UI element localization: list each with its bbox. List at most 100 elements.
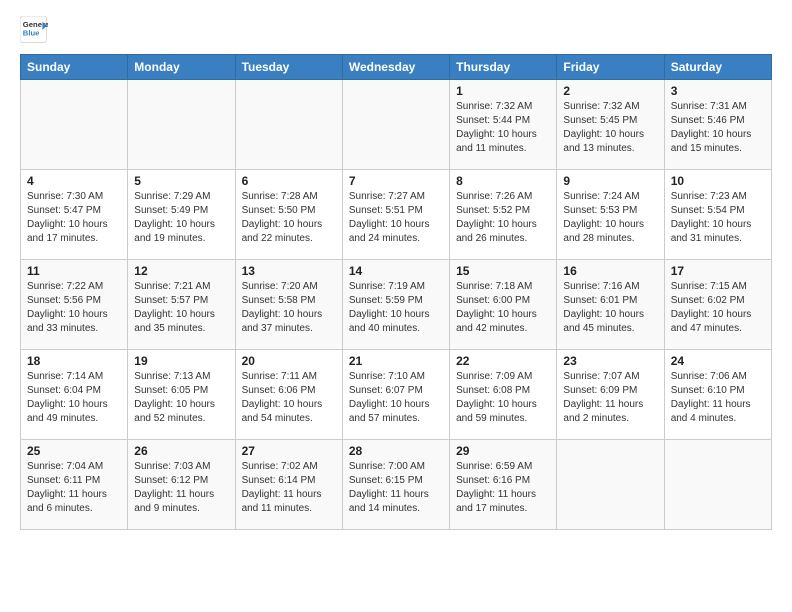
day-number: 21 [349, 354, 443, 368]
day-cell: 21 Sunrise: 7:10 AM Sunset: 6:07 PM Dayli… [342, 350, 449, 440]
day-cell [128, 80, 235, 170]
column-header-sunday: Sunday [21, 55, 128, 80]
day-info: Sunrise: 7:11 AM Sunset: 6:06 PM Dayligh… [242, 370, 336, 426]
logo-icon: General Blue [20, 16, 48, 44]
day-cell: 7 Sunrise: 7:27 AM Sunset: 5:51 PM Daylig… [342, 170, 449, 260]
day-info: Sunrise: 7:13 AM Sunset: 6:05 PM Dayligh… [134, 370, 228, 426]
day-info: Sunrise: 7:16 AM Sunset: 6:01 PM Dayligh… [563, 280, 657, 336]
day-cell: 3Sunrise: 7:31 AM Sunset: 5:46 PM Daylig… [664, 80, 771, 170]
day-info: Sunrise: 7:04 AM Sunset: 6:11 PM Dayligh… [27, 460, 121, 516]
column-header-tuesday: Tuesday [235, 55, 342, 80]
column-header-wednesday: Wednesday [342, 55, 449, 80]
day-number: 15 [456, 264, 550, 278]
day-cell: 6 Sunrise: 7:28 AM Sunset: 5:50 PM Daylig… [235, 170, 342, 260]
day-info: Sunrise: 7:31 AM Sunset: 5:46 PM Dayligh… [671, 100, 765, 156]
day-number: 17 [671, 264, 765, 278]
day-info: Sunrise: 7:02 AM Sunset: 6:14 PM Dayligh… [242, 460, 336, 516]
day-cell: 5 Sunrise: 7:29 AM Sunset: 5:49 PM Daylig… [128, 170, 235, 260]
day-cell: 15 Sunrise: 7:18 AM Sunset: 6:00 PM Dayli… [450, 260, 557, 350]
day-info: Sunrise: 7:20 AM Sunset: 5:58 PM Dayligh… [242, 280, 336, 336]
day-cell: 24 Sunrise: 7:06 AM Sunset: 6:10 PM Dayli… [664, 350, 771, 440]
logo: General Blue [20, 16, 48, 44]
day-info: Sunrise: 7:23 AM Sunset: 5:54 PM Dayligh… [671, 190, 765, 246]
day-number: 19 [134, 354, 228, 368]
week-row-2: 4 Sunrise: 7:30 AM Sunset: 5:47 PM Daylig… [21, 170, 772, 260]
day-info: Sunrise: 7:22 AM Sunset: 5:56 PM Dayligh… [27, 280, 121, 336]
svg-text:Blue: Blue [23, 29, 40, 38]
day-info: Sunrise: 7:09 AM Sunset: 6:08 PM Dayligh… [456, 370, 550, 426]
day-cell: 23 Sunrise: 7:07 AM Sunset: 6:09 PM Dayli… [557, 350, 664, 440]
week-row-5: 25Sunrise: 7:04 AM Sunset: 6:11 PM Dayli… [21, 440, 772, 530]
day-info: Sunrise: 7:07 AM Sunset: 6:09 PM Dayligh… [563, 370, 657, 426]
day-info: Sunrise: 7:21 AM Sunset: 5:57 PM Dayligh… [134, 280, 228, 336]
day-info: Sunrise: 7:27 AM Sunset: 5:51 PM Dayligh… [349, 190, 443, 246]
day-cell: 1Sunrise: 7:32 AM Sunset: 5:44 PM Daylig… [450, 80, 557, 170]
day-info: Sunrise: 7:19 AM Sunset: 5:59 PM Dayligh… [349, 280, 443, 336]
day-info: Sunrise: 7:32 AM Sunset: 5:45 PM Dayligh… [563, 100, 657, 156]
day-cell: 14 Sunrise: 7:19 AM Sunset: 5:59 PM Dayli… [342, 260, 449, 350]
day-number: 23 [563, 354, 657, 368]
day-number: 29 [456, 444, 550, 458]
week-row-1: 1Sunrise: 7:32 AM Sunset: 5:44 PM Daylig… [21, 80, 772, 170]
day-number: 7 [349, 174, 443, 188]
day-number: 28 [349, 444, 443, 458]
day-number: 24 [671, 354, 765, 368]
column-header-saturday: Saturday [664, 55, 771, 80]
day-cell [557, 440, 664, 530]
day-cell: 26 Sunrise: 7:03 AM Sunset: 6:12 PM Dayli… [128, 440, 235, 530]
day-cell: 8Sunrise: 7:26 AM Sunset: 5:52 PM Daylig… [450, 170, 557, 260]
header-row: SundayMondayTuesdayWednesdayThursdayFrid… [21, 55, 772, 80]
day-info: Sunrise: 7:30 AM Sunset: 5:47 PM Dayligh… [27, 190, 121, 246]
day-info: Sunrise: 7:14 AM Sunset: 6:04 PM Dayligh… [27, 370, 121, 426]
day-info: Sunrise: 7:18 AM Sunset: 6:00 PM Dayligh… [456, 280, 550, 336]
day-number: 5 [134, 174, 228, 188]
day-cell: 28 Sunrise: 7:00 AM Sunset: 6:15 PM Dayli… [342, 440, 449, 530]
day-cell [664, 440, 771, 530]
day-info: Sunrise: 7:24 AM Sunset: 5:53 PM Dayligh… [563, 190, 657, 246]
day-number: 16 [563, 264, 657, 278]
day-number: 2 [563, 84, 657, 98]
day-cell: 9 Sunrise: 7:24 AM Sunset: 5:53 PM Daylig… [557, 170, 664, 260]
day-cell: 20Sunrise: 7:11 AM Sunset: 6:06 PM Dayli… [235, 350, 342, 440]
day-cell: 13 Sunrise: 7:20 AM Sunset: 5:58 PM Dayli… [235, 260, 342, 350]
day-number: 11 [27, 264, 121, 278]
day-number: 14 [349, 264, 443, 278]
day-info: Sunrise: 7:28 AM Sunset: 5:50 PM Dayligh… [242, 190, 336, 246]
day-info: Sunrise: 7:06 AM Sunset: 6:10 PM Dayligh… [671, 370, 765, 426]
day-cell: 18 Sunrise: 7:14 AM Sunset: 6:04 PM Dayli… [21, 350, 128, 440]
day-info: Sunrise: 7:26 AM Sunset: 5:52 PM Dayligh… [456, 190, 550, 246]
day-cell: 25Sunrise: 7:04 AM Sunset: 6:11 PM Dayli… [21, 440, 128, 530]
day-cell: 27 Sunrise: 7:02 AM Sunset: 6:14 PM Dayli… [235, 440, 342, 530]
day-cell: 22 Sunrise: 7:09 AM Sunset: 6:08 PM Dayli… [450, 350, 557, 440]
day-cell: 19 Sunrise: 7:13 AM Sunset: 6:05 PM Dayli… [128, 350, 235, 440]
day-number: 12 [134, 264, 228, 278]
day-cell [342, 80, 449, 170]
column-header-monday: Monday [128, 55, 235, 80]
day-info: Sunrise: 7:29 AM Sunset: 5:49 PM Dayligh… [134, 190, 228, 246]
day-cell: 10 Sunrise: 7:23 AM Sunset: 5:54 PM Dayli… [664, 170, 771, 260]
day-info: Sunrise: 7:10 AM Sunset: 6:07 PM Dayligh… [349, 370, 443, 426]
day-number: 9 [563, 174, 657, 188]
day-cell: 4 Sunrise: 7:30 AM Sunset: 5:47 PM Daylig… [21, 170, 128, 260]
day-info: Sunrise: 7:32 AM Sunset: 5:44 PM Dayligh… [456, 100, 550, 156]
day-info: Sunrise: 7:03 AM Sunset: 6:12 PM Dayligh… [134, 460, 228, 516]
day-number: 18 [27, 354, 121, 368]
day-number: 4 [27, 174, 121, 188]
day-number: 13 [242, 264, 336, 278]
day-number: 10 [671, 174, 765, 188]
week-row-3: 11 Sunrise: 7:22 AM Sunset: 5:56 PM Dayli… [21, 260, 772, 350]
day-number: 26 [134, 444, 228, 458]
day-cell [21, 80, 128, 170]
day-cell: 11 Sunrise: 7:22 AM Sunset: 5:56 PM Dayli… [21, 260, 128, 350]
day-cell: 17Sunrise: 7:15 AM Sunset: 6:02 PM Dayli… [664, 260, 771, 350]
day-cell: 2 Sunrise: 7:32 AM Sunset: 5:45 PM Daylig… [557, 80, 664, 170]
column-header-friday: Friday [557, 55, 664, 80]
day-cell [235, 80, 342, 170]
day-number: 22 [456, 354, 550, 368]
day-number: 6 [242, 174, 336, 188]
day-cell: 29Sunrise: 6:59 AM Sunset: 6:16 PM Dayli… [450, 440, 557, 530]
day-number: 27 [242, 444, 336, 458]
day-info: Sunrise: 7:00 AM Sunset: 6:15 PM Dayligh… [349, 460, 443, 516]
day-cell: 12 Sunrise: 7:21 AM Sunset: 5:57 PM Dayli… [128, 260, 235, 350]
day-cell: 16 Sunrise: 7:16 AM Sunset: 6:01 PM Dayli… [557, 260, 664, 350]
